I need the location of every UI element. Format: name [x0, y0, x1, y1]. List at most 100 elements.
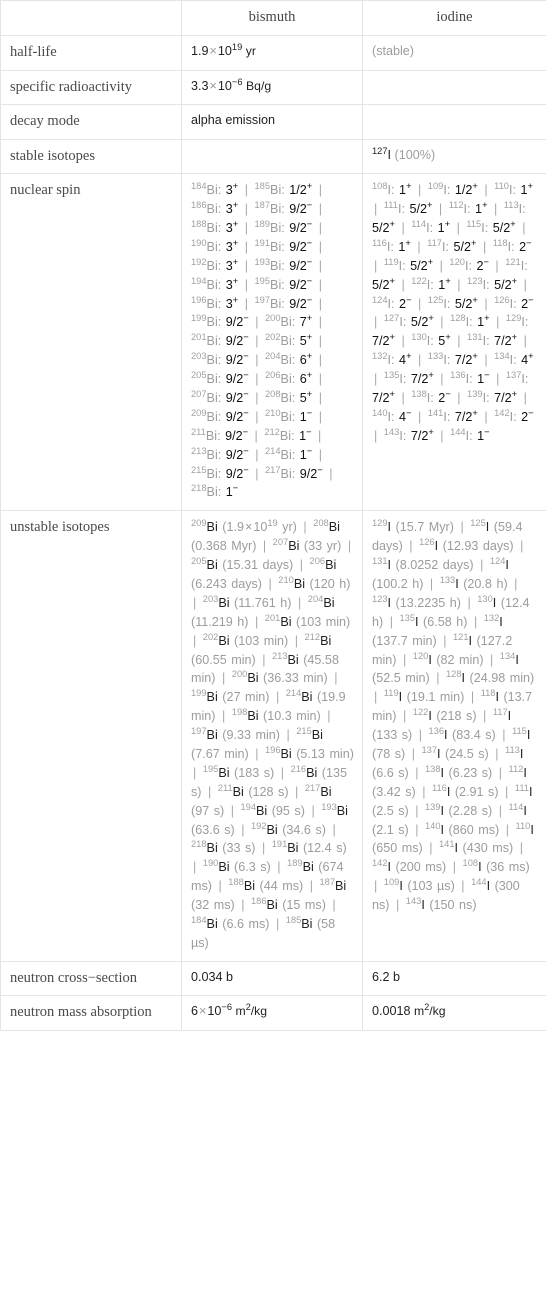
isotope-symbol: Bi [205, 428, 218, 443]
row-decay-mode: decay mode alpha emission [0, 104, 546, 140]
item-separator: | [443, 633, 447, 648]
isotope-half-life: (103 min) [296, 614, 351, 629]
item-separator: | [519, 841, 523, 856]
isotope-mass-number: 198 [231, 707, 248, 718]
spin-parity-sign: + [511, 332, 518, 343]
item-separator: | [401, 334, 405, 349]
item-separator: | [208, 784, 212, 799]
isotope-mass-number: 208 [265, 388, 281, 399]
nma-bi-unit: m2/kg [236, 1003, 268, 1019]
isotope-symbol: I [526, 728, 531, 743]
isotope-colon: : [524, 258, 528, 273]
item-separator: | [280, 765, 285, 780]
row-label-stable-isotopes: stable isotopes [0, 138, 182, 175]
item-separator: | [254, 614, 259, 629]
isotope-symbol: Bi [206, 202, 218, 217]
isotope-symbol: I [428, 709, 432, 724]
isotope-half-life: (7.67 min) [191, 747, 249, 762]
isotope-token: 122I [411, 276, 430, 292]
isotope-mass-number: 123 [372, 593, 388, 604]
spin-parity-sign: + [406, 181, 412, 191]
nma-i-unit-kg: /kg [429, 1004, 446, 1019]
isotope-half-life: (12.4 s) [302, 841, 347, 856]
item-separator: | [255, 334, 259, 349]
isotope-token: 204Bi [265, 351, 292, 367]
isotope-token: 129I [372, 518, 391, 534]
nuclear-spin-value: 9/2− [225, 332, 249, 349]
item-separator: | [520, 539, 524, 554]
item-separator: | [467, 595, 471, 610]
multiplication-sign-icon: × [199, 1004, 207, 1019]
nuclear-spin-value: 7/2+ [454, 351, 478, 368]
isotope-symbol: Bi [270, 202, 282, 217]
isotope-symbol: I [499, 614, 503, 629]
isotope-symbol: Bi [280, 334, 292, 349]
isotope-token: 132I [372, 351, 391, 367]
nuclear-spin-value: 7/2+ [494, 388, 518, 405]
item-separator: | [401, 277, 405, 292]
half-life-bi-unit: yr [245, 44, 256, 58]
nuclear-spin-value: 7+ [299, 313, 313, 330]
isotope-token: 128I [446, 670, 466, 686]
isotope-symbol: Bi [302, 860, 314, 875]
isotope-colon: : [486, 277, 490, 292]
isotope-token: 186Bi [251, 896, 278, 912]
spin-parity-sign: + [482, 199, 488, 210]
nuclear-spin-value: 1+ [437, 218, 451, 235]
isotope-symbol: Bi [218, 765, 230, 780]
isotope-token: 200Bi [232, 670, 259, 686]
stable-iso-symbol: I [387, 147, 392, 162]
isotope-symbol: I [415, 614, 419, 629]
item-separator: | [311, 803, 315, 818]
isotope-token: 197Bi [191, 726, 218, 742]
isotope-colon: : [469, 428, 473, 443]
isotope-mass-number: 207 [191, 388, 207, 399]
isotope-symbol: I [523, 765, 527, 780]
isotope-symbol: I [446, 784, 451, 799]
isotope-symbol: I [387, 860, 392, 875]
isotope-mass-number: 120 [449, 256, 465, 267]
spin-parity-sign: + [427, 256, 434, 267]
isotope-colon: : [281, 258, 285, 273]
isotope-colon: : [391, 409, 395, 424]
stable-iso-mass-number: 127 [372, 145, 388, 156]
item-separator: | [374, 879, 378, 894]
item-separator: | [480, 558, 484, 573]
isotope-mass-number: 214 [285, 688, 302, 699]
item-separator: | [495, 258, 499, 273]
isotope-colon: : [391, 353, 395, 368]
isotope-mass-number: 137 [421, 744, 438, 755]
isotope-symbol: I [461, 671, 466, 686]
isotope-symbol: Bi [266, 822, 278, 837]
isotope-half-life: (3.42 s) [372, 784, 416, 799]
isotope-mass-number: 193 [321, 801, 337, 812]
spin-parity-sign: + [510, 218, 516, 229]
isotope-symbol: Bi [206, 447, 218, 462]
nuclear-spin-value: 9/2− [225, 313, 249, 330]
item-separator: | [318, 390, 322, 405]
isotope-mass-number: 190 [191, 237, 207, 248]
isotope-symbol: Bi [288, 539, 300, 554]
spin-parity-sign: − [484, 426, 490, 437]
isotope-colon: : [402, 372, 407, 387]
unstable-isotope-list-bismuth: 209Bi (1.9×1019 yr) | 208Bi (0.368 Myr) … [191, 518, 354, 952]
isotope-mass-number: 128 [450, 313, 466, 324]
item-separator: | [255, 409, 259, 424]
isotope-token: 189Bi [287, 859, 314, 875]
isotope-mass-number: 118 [480, 688, 496, 699]
isotope-colon: : [524, 372, 529, 387]
isotope-token: 114I [411, 219, 429, 235]
isotope-token: 201Bi [264, 612, 292, 629]
isotope-token: 144I [450, 427, 469, 443]
isotope-mass-number: 109 [383, 877, 400, 888]
isotope-colon: : [217, 447, 222, 462]
isotope-mass-number: 201 [264, 612, 281, 623]
item-separator: | [262, 652, 266, 667]
spin-parity-sign: − [484, 369, 490, 380]
isotope-symbol: I [486, 879, 491, 894]
item-separator: | [318, 447, 322, 462]
isotope-mass-number: 188 [228, 877, 244, 888]
item-separator: | [452, 860, 457, 875]
isotope-colon: : [469, 372, 473, 387]
isotope-mass-number: 120 [412, 650, 429, 661]
